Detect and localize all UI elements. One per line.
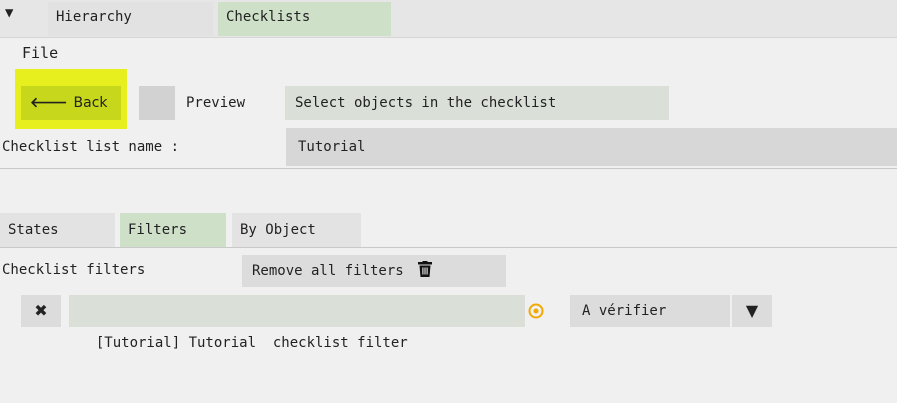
tab-states-label: States [8, 222, 59, 238]
remove-all-filters-button[interactable]: Remove all filters [242, 255, 506, 287]
filter-state-select[interactable]: A vérifier [570, 295, 730, 327]
divider [0, 168, 897, 169]
select-objects-button[interactable]: Select objects in the checklist [285, 86, 669, 120]
arrow-left-icon: 🡐 [30, 95, 68, 111]
target-circle-icon [528, 303, 544, 319]
menu-file[interactable]: File [22, 42, 58, 64]
filter-state-dropdown-button[interactable]: ▼ [732, 295, 772, 327]
filter-state-value: A vérifier [582, 303, 667, 319]
tab-hierarchy[interactable]: Hierarchy [48, 2, 213, 36]
select-objects-label: Select objects in the checklist [295, 95, 557, 111]
trash-icon [418, 257, 433, 289]
tab-checklists[interactable]: Checklists [218, 2, 391, 36]
back-button-label: Back [73, 95, 108, 111]
tab-by-object[interactable]: By Object [232, 213, 361, 247]
filter-name[interactable]: [Tutorial] Tutorial checklist filter [69, 295, 525, 351]
remove-all-filters-label: Remove all filters [252, 263, 404, 279]
checklist-name-value: Tutorial [298, 139, 366, 155]
tab-hierarchy-label: Hierarchy [56, 9, 132, 25]
tab-filters[interactable]: Filters [120, 213, 226, 247]
divider [0, 247, 897, 248]
checklist-filters-label: Checklist filters [2, 262, 146, 278]
checklist-name-label: Checklist list name : [2, 139, 180, 155]
filter-name-label: [Tutorial] Tutorial checklist filter [95, 335, 408, 351]
tab-filters-label: Filters [128, 222, 188, 238]
tab-by-object-label: By Object [240, 222, 316, 238]
collapse-triangle-icon[interactable]: ▼ [5, 4, 21, 22]
top-tab-bar: ▼ Hierarchy Checklists [0, 0, 897, 38]
close-icon: ✖ [34, 301, 48, 320]
tab-states[interactable]: States [0, 213, 115, 247]
triangle-down-icon: ▼ [745, 301, 759, 320]
remove-filter-button[interactable]: ✖ [21, 295, 61, 327]
preview-checkbox[interactable] [139, 86, 175, 120]
preview-label: Preview [186, 95, 246, 111]
back-button[interactable]: 🡐 Back [21, 86, 121, 120]
tab-checklists-label: Checklists [226, 9, 311, 25]
checklist-name-input[interactable]: Tutorial [286, 128, 897, 166]
